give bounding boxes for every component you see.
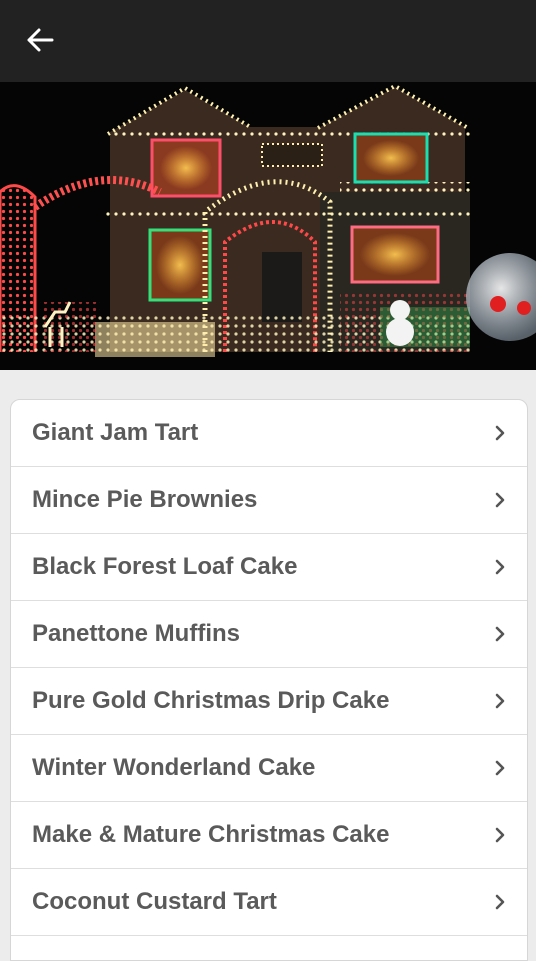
chevron-right-icon	[495, 894, 505, 910]
recipe-list-item[interactable]: Mince Pie Brownies	[11, 467, 527, 534]
recipe-list-item[interactable]: Panettone Muffins	[11, 601, 527, 668]
recipe-title: Panettone Muffins	[32, 620, 240, 647]
recipe-list-item[interactable]: Winter Wonderland Cake	[11, 735, 527, 802]
back-button[interactable]	[18, 22, 62, 58]
chevron-right-icon	[495, 626, 505, 642]
arrow-left-icon	[27, 28, 54, 52]
recipe-title: Mince Pie Brownies	[32, 486, 258, 513]
recipe-title: Winter Wonderland Cake	[32, 754, 316, 781]
recipe-list-item[interactable]: Coconut Custard Tart	[11, 869, 527, 936]
recipe-title: Giant Jam Tart	[32, 419, 199, 446]
recipe-list: Giant Jam Tart Mince Pie Brownies Black …	[10, 399, 528, 961]
app-header	[0, 0, 536, 82]
chevron-right-icon	[495, 425, 505, 441]
recipe-list-item[interactable]: Giant Jam Tart	[11, 400, 527, 467]
recipe-list-item[interactable]: Black Forest Loaf Cake	[11, 534, 527, 601]
hero-image	[0, 82, 536, 370]
chevron-right-icon	[495, 827, 505, 843]
chevron-right-icon	[495, 693, 505, 709]
recipe-list-item[interactable]: Pure Gold Christmas Drip Cake	[11, 668, 527, 735]
recipe-list-item[interactable]: Make & Mature Christmas Cake	[11, 802, 527, 869]
recipe-title: Make & Mature Christmas Cake	[32, 821, 390, 848]
chevron-right-icon	[495, 492, 505, 508]
recipe-title: Black Forest Loaf Cake	[32, 553, 298, 580]
christmas-lights-house-image	[0, 82, 536, 370]
recipe-title: Pure Gold Christmas Drip Cake	[32, 687, 390, 714]
recipe-title: Coconut Custard Tart	[32, 888, 277, 915]
chevron-right-icon	[495, 760, 505, 776]
chevron-right-icon	[495, 559, 505, 575]
